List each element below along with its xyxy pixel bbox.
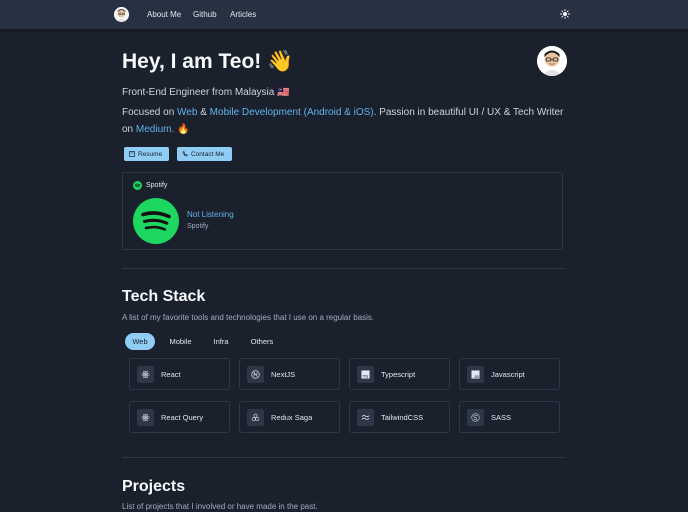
resume-label: Resume: [138, 150, 163, 158]
nextjs-icon: [247, 366, 264, 383]
nav-articles[interactable]: Articles: [230, 10, 256, 19]
nav-github[interactable]: Github: [193, 10, 217, 19]
tech-card-nextjs[interactable]: NextJS: [239, 358, 340, 390]
tailwind-icon: [357, 409, 374, 426]
sun-icon[interactable]: [560, 9, 570, 19]
projects-title: Projects: [122, 478, 186, 495]
desc-text: Focused on: [122, 107, 178, 118]
hero-title: Hey, I am Teo! 👋: [122, 50, 294, 73]
redux-saga-icon: [247, 409, 264, 426]
tech-label: React Query: [161, 413, 204, 422]
spotify-logo-icon: [133, 198, 179, 244]
spotify-header: Spotify: [133, 181, 167, 190]
spotify-header-label: Spotify: [146, 182, 168, 189]
tech-card-react-query[interactable]: React Query: [129, 401, 230, 433]
svg-text:TS: TS: [363, 374, 368, 379]
tech-label: React: [161, 370, 181, 379]
react-query-icon: [137, 409, 154, 426]
spotify-source: Spotify: [187, 223, 209, 230]
medium-link[interactable]: Medium.: [136, 124, 174, 135]
tech-card-sass[interactable]: SASS: [459, 401, 560, 433]
tech-label: Redux Saga: [271, 413, 313, 422]
typescript-icon: TS: [357, 366, 374, 383]
tech-label: Javascript: [491, 370, 525, 379]
hero-subtitle: Front-End Engineer from Malaysia 🇲🇾: [122, 87, 290, 98]
tech-label: TailwindCSS: [381, 413, 424, 422]
navbar: About Me Github Articles: [0, 0, 688, 29]
tech-label: Typescript: [381, 370, 416, 379]
projects-description: List of projects that I involved or have…: [122, 502, 318, 511]
document-icon: [129, 151, 135, 157]
nav-about-me[interactable]: About Me: [147, 10, 181, 19]
contact-button[interactable]: Contact Me: [177, 147, 232, 161]
contact-label: Contact Me: [191, 150, 225, 158]
tab-infra[interactable]: Infra: [207, 333, 235, 350]
tech-card-redux-saga[interactable]: Redux Saga: [239, 401, 340, 433]
section-divider: [122, 268, 565, 269]
spotify-status[interactable]: Not Listening: [187, 210, 234, 219]
nav-avatar[interactable]: [114, 7, 129, 22]
mobile-link[interactable]: Mobile Development (Android & iOS): [210, 107, 374, 118]
desc-text: &: [197, 107, 210, 118]
svg-text:JS: JS: [474, 374, 479, 379]
tech-card-react[interactable]: React: [129, 358, 230, 390]
fire-emoji: 🔥: [174, 124, 190, 135]
javascript-icon: JS: [467, 366, 484, 383]
hero-avatar: [537, 46, 567, 76]
tech-card-tailwindcss[interactable]: TailwindCSS: [349, 401, 450, 433]
spotify-card[interactable]: Spotify Not Listening Spotify: [122, 172, 563, 250]
tech-card-javascript[interactable]: JS Javascript: [459, 358, 560, 390]
resume-button[interactable]: Resume: [124, 147, 169, 161]
sass-icon: [467, 409, 484, 426]
spotify-icon: [133, 181, 142, 190]
tech-stack-description: A list of my favorite tools and technolo…: [122, 313, 375, 322]
tech-label: NextJS: [271, 370, 296, 379]
web-link[interactable]: Web: [177, 107, 197, 118]
tab-others[interactable]: Others: [244, 333, 280, 350]
tab-mobile[interactable]: Mobile: [164, 333, 197, 350]
phone-icon: [182, 151, 188, 157]
tab-web[interactable]: Web: [125, 333, 155, 350]
tech-stack-title: Tech Stack: [122, 288, 206, 305]
tech-label: SASS: [491, 413, 512, 422]
react-icon: [137, 366, 154, 383]
section-divider: [122, 457, 565, 458]
hero-description: Focused on Web & Mobile Development (And…: [122, 104, 572, 138]
tech-card-typescript[interactable]: TS Typescript: [349, 358, 450, 390]
